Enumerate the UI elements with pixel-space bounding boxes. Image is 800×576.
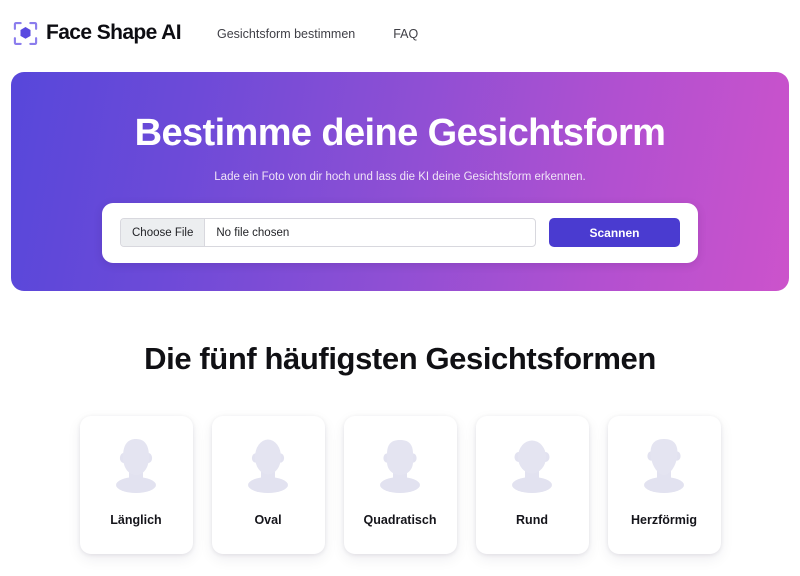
- face-shape-card-heart[interactable]: Herzförmig: [607, 416, 721, 554]
- face-shape-label: Länglich: [110, 513, 162, 527]
- face-shape-label: Rund: [516, 513, 548, 527]
- hero-subtitle: Lade ein Foto von dir hoch und lass die …: [214, 170, 586, 183]
- face-shape-grid: Länglich Oval Quadratisch Rund Herzförmi…: [0, 416, 800, 554]
- choose-file-button[interactable]: Choose File: [121, 219, 206, 247]
- section-title: Die fünf häufigsten Gesichtsformen: [144, 341, 656, 376]
- face-silhouette-square-icon: [367, 432, 433, 498]
- face-shapes-section: Die fünf häufigsten Gesichtsformen Längl…: [0, 341, 800, 554]
- upload-panel: Choose File No file chosen Scannen: [102, 202, 698, 263]
- file-status-text: No file chosen: [216, 226, 290, 239]
- face-scan-hexagon-icon: [12, 20, 39, 47]
- face-shape-card-oval[interactable]: Oval: [211, 416, 325, 554]
- main-nav: Gesichtsform bestimmen FAQ: [217, 25, 418, 41]
- site-header: Face Shape AI Gesichtsform bestimmen FAQ: [0, 0, 800, 66]
- nav-link-faq[interactable]: FAQ: [393, 27, 418, 41]
- scan-button[interactable]: Scannen: [549, 218, 680, 248]
- face-silhouette-heart-icon: [631, 432, 697, 498]
- face-shape-card-round[interactable]: Rund: [475, 416, 589, 554]
- face-silhouette-oblong-icon: [103, 432, 169, 498]
- face-shape-label: Quadratisch: [363, 513, 437, 527]
- face-silhouette-oval-icon: [235, 432, 301, 498]
- brand-name: Face Shape AI: [46, 21, 182, 44]
- face-shape-card-square[interactable]: Quadratisch: [343, 416, 457, 554]
- face-silhouette-round-icon: [499, 432, 565, 498]
- file-input[interactable]: Choose File No file chosen: [120, 218, 536, 248]
- face-shape-label: Herzförmig: [631, 513, 697, 527]
- face-shape-label: Oval: [254, 513, 282, 527]
- brand-logo[interactable]: Face Shape AI: [12, 20, 182, 47]
- hero-title: Bestimme deine Gesichtsform: [134, 112, 666, 154]
- nav-link-gesichtsform-bestimmen[interactable]: Gesichtsform bestimmen: [217, 27, 355, 41]
- face-shape-card-oblong[interactable]: Länglich: [79, 416, 193, 554]
- hero-banner: Bestimme deine Gesichtsform Lade ein Fot…: [11, 72, 789, 291]
